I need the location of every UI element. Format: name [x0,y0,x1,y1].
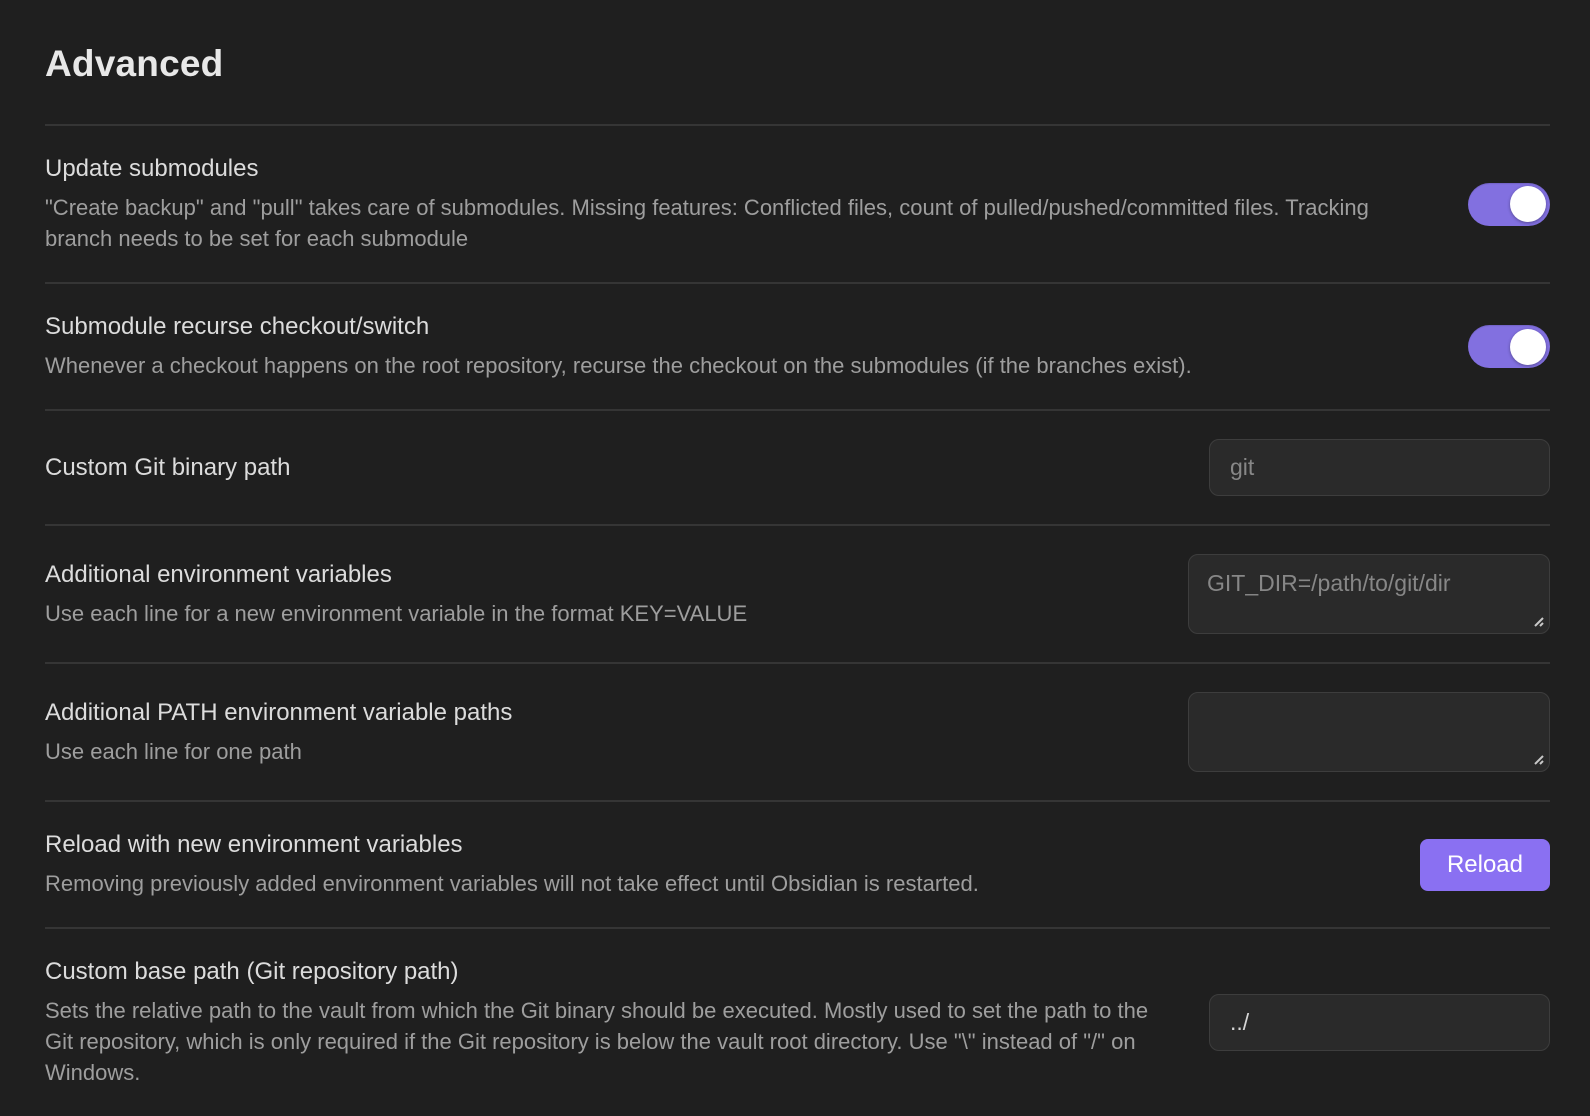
setting-info: Custom base path (Git repository path) S… [45,957,1159,1088]
setting-description: Sets the relative path to the vault from… [45,995,1159,1088]
setting-control [1188,554,1550,634]
setting-info: Reload with new environment variables Re… [45,830,1370,899]
setting-info: Custom Git binary path [45,453,1159,483]
setting-info: Additional PATH environment variable pat… [45,698,1138,767]
setting-description: Use each line for a new environment vari… [45,598,1138,629]
submodule-recurse-toggle[interactable] [1468,325,1550,368]
setting-description: Use each line for one path [45,736,1138,767]
setting-description: Whenever a checkout happens on the root … [45,350,1418,381]
update-submodules-toggle[interactable] [1468,183,1550,226]
textarea-wrap [1188,692,1550,772]
path-env-vars-textarea[interactable] [1188,692,1550,772]
setting-control [1188,692,1550,772]
setting-control [1468,325,1550,368]
base-path-input[interactable] [1209,994,1550,1051]
setting-description: "Create backup" and "pull" takes care of… [45,192,1418,254]
setting-control [1468,183,1550,226]
env-vars-textarea[interactable] [1188,554,1550,634]
setting-name: Update submodules [45,154,1418,184]
setting-name: Custom base path (Git repository path) [45,957,1159,987]
setting-additional-env-vars: Additional environment variables Use eac… [45,524,1550,662]
setting-info: Submodule recurse checkout/switch Whenev… [45,312,1418,381]
setting-update-submodules: Update submodules "Create backup" and "p… [45,124,1550,282]
setting-name: Additional PATH environment variable pat… [45,698,1138,728]
setting-name: Additional environment variables [45,560,1138,590]
git-binary-path-input[interactable] [1209,439,1550,496]
setting-reload-env-vars: Reload with new environment variables Re… [45,800,1550,927]
setting-name: Submodule recurse checkout/switch [45,312,1418,342]
textarea-wrap [1188,554,1550,634]
settings-panel: Advanced Update submodules "Create backu… [0,0,1590,1116]
setting-control [1209,994,1550,1051]
page-title: Advanced [45,42,1550,86]
setting-control: Reload [1420,839,1550,891]
setting-additional-path-env-vars: Additional PATH environment variable pat… [45,662,1550,800]
setting-control [1209,439,1550,496]
setting-info: Update submodules "Create backup" and "p… [45,154,1418,254]
setting-name: Reload with new environment variables [45,830,1370,860]
toggle-knob [1510,186,1546,222]
setting-custom-base-path: Custom base path (Git repository path) S… [45,927,1550,1116]
setting-name: Custom Git binary path [45,453,1159,483]
setting-submodule-recurse: Submodule recurse checkout/switch Whenev… [45,282,1550,409]
toggle-knob [1510,329,1546,365]
reload-button[interactable]: Reload [1420,839,1550,891]
setting-description: Removing previously added environment va… [45,868,1370,899]
setting-custom-git-binary-path: Custom Git binary path [45,409,1550,524]
setting-info: Additional environment variables Use eac… [45,560,1138,629]
